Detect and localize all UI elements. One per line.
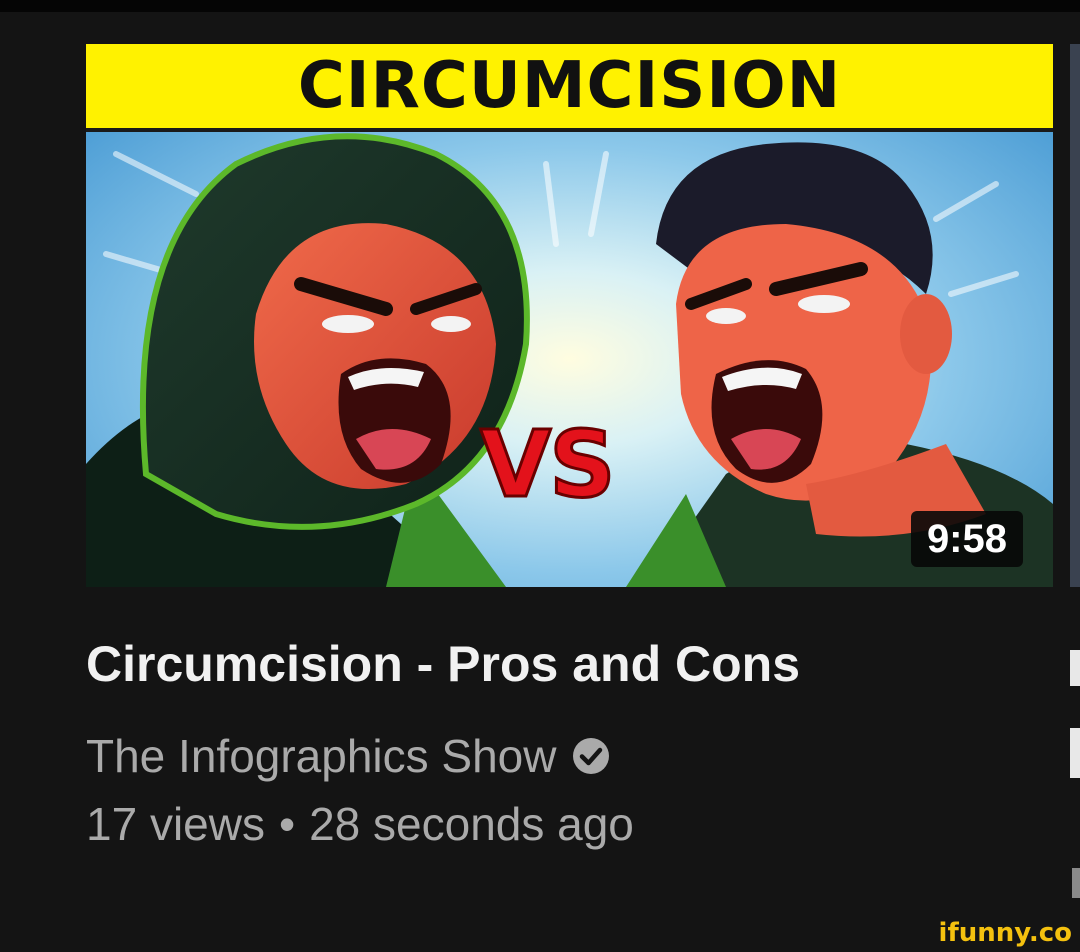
- next-video-thumbnail-partial[interactable]: [1070, 44, 1080, 587]
- next-video-title-line2-partial: [1070, 728, 1080, 778]
- channel-row: The Infographics Show: [86, 733, 1053, 779]
- top-strip: [0, 0, 1080, 12]
- video-metadata: 17 views • 28 seconds ago: [86, 801, 1053, 847]
- metadata-separator: •: [278, 798, 296, 850]
- video-duration-badge: 9:58: [910, 511, 1023, 567]
- thumbnail-banner-text: CIRCUMCISION: [297, 49, 842, 123]
- thumbnail-vs-text: VS: [478, 411, 616, 518]
- next-video-title-partial: [1070, 650, 1080, 686]
- verified-check-icon: [572, 738, 609, 774]
- video-title[interactable]: Circumcision - Pros and Cons: [86, 639, 1053, 689]
- channel-name[interactable]: The Infographics Show: [86, 733, 557, 779]
- thumbnail-banner: CIRCUMCISION: [86, 44, 1053, 132]
- video-info: Circumcision - Pros and Cons The Infogra…: [86, 639, 1053, 847]
- next-video-meta-partial: [1072, 868, 1080, 898]
- page: CIRCUMCISION VS 9:58 Circumcision - Pros…: [0, 0, 1080, 952]
- upload-time: 28 seconds ago: [309, 798, 634, 850]
- video-thumbnail[interactable]: CIRCUMCISION VS 9:58: [86, 44, 1053, 587]
- video-card[interactable]: CIRCUMCISION VS 9:58 Circumcision - Pros…: [86, 44, 1053, 847]
- ifunny-watermark: ifunny.co: [938, 918, 1072, 948]
- view-count: 17 views: [86, 798, 265, 850]
